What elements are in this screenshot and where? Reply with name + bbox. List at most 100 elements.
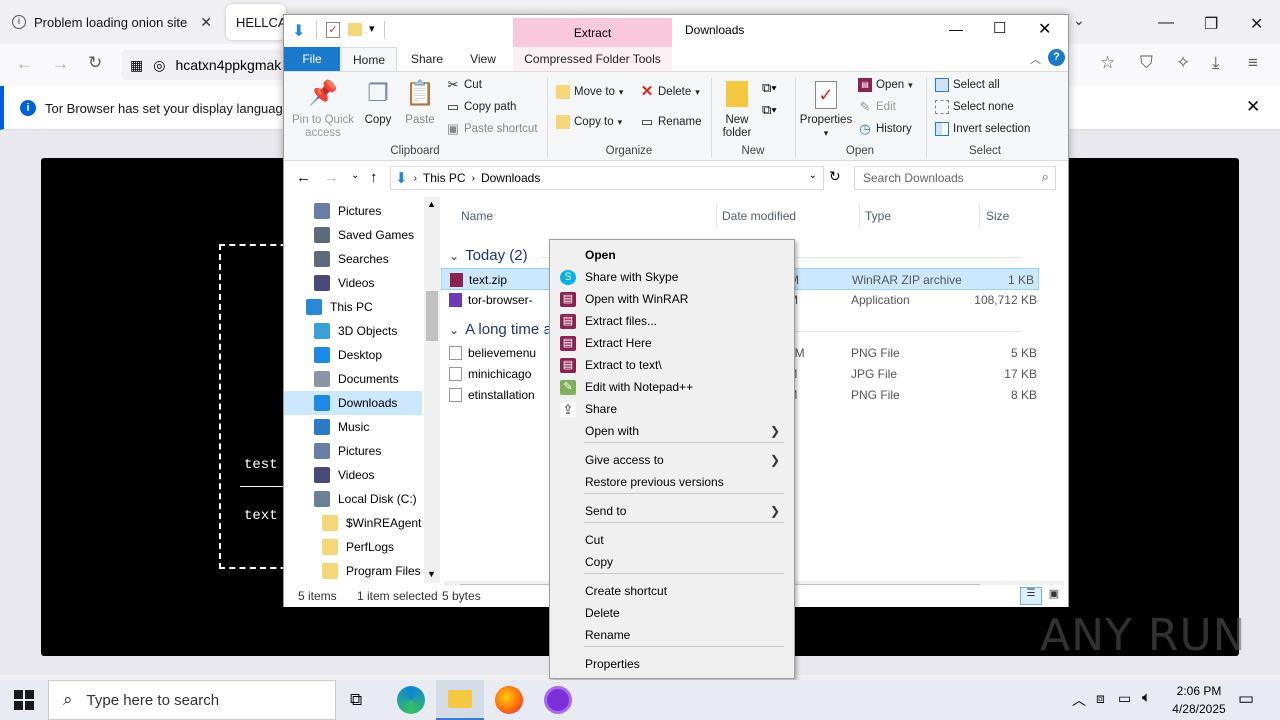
nav-item[interactable]: Music	[314, 415, 436, 439]
close-notification-icon[interactable]: ✕	[1246, 97, 1260, 117]
chevron-down-icon[interactable]: ⌄	[449, 249, 459, 263]
menu-item-delete[interactable]: Delete	[552, 602, 792, 624]
menu-item-create-shortcut[interactable]: Create shortcut	[552, 580, 792, 602]
paste-button[interactable]: 📋 Paste	[400, 78, 440, 127]
column-name[interactable]: Name	[461, 209, 493, 223]
new-folder-quick-icon[interactable]	[348, 23, 362, 36]
rename-button[interactable]: ▭ Rename	[640, 115, 702, 129]
new-folder-button[interactable]: New folder	[714, 78, 760, 140]
refresh-icon[interactable]: ↻	[829, 168, 841, 185]
menu-item-open[interactable]: Open	[552, 244, 792, 266]
explorer-taskbar-button[interactable]	[436, 680, 484, 720]
nav-item[interactable]: 3D Objects	[314, 319, 436, 343]
forward-icon[interactable]: →	[324, 169, 339, 186]
tab-share[interactable]: Share	[400, 47, 454, 71]
column-size[interactable]: Size	[986, 209, 1009, 223]
breadcrumb-downloads[interactable]: Downloads	[481, 171, 540, 185]
easy-access-icon[interactable]: ⧉▾	[762, 102, 777, 118]
nav-item[interactable]: Searches	[314, 247, 436, 271]
menu-item-open-with-winrar[interactable]: ▤ Open with WinRAR	[552, 288, 792, 310]
nav-item[interactable]: Saved Games	[314, 223, 436, 247]
search-input[interactable]: Search Downloads ⌕	[854, 166, 1056, 190]
notifications-icon[interactable]: ▭	[1238, 689, 1254, 709]
tor-circuit-icon[interactable]: ✧	[1176, 53, 1190, 73]
customize-quick-access-icon[interactable]: ▾	[369, 22, 375, 35]
minimize-icon[interactable]: —	[1158, 14, 1174, 32]
menu-icon[interactable]: ≡	[1248, 53, 1258, 73]
history-button[interactable]: ◷ History	[858, 122, 911, 136]
pin-quick-access-button[interactable]: 📌 Pin to Quick access	[290, 78, 356, 140]
menu-item-cut[interactable]: Cut	[552, 529, 792, 551]
close-icon[interactable]: ✕	[1038, 19, 1051, 39]
chevron-down-icon[interactable]: ⌄	[449, 323, 459, 337]
copy-path-button[interactable]: ▭ Copy path	[446, 100, 517, 114]
edit-button[interactable]: ✎ Edit	[858, 100, 896, 114]
menu-item-give-access-to[interactable]: Give access to ❯	[552, 449, 792, 471]
shield-icon[interactable]: ⛉	[1140, 53, 1153, 73]
back-icon[interactable]: ←	[16, 54, 33, 74]
open-button[interactable]: ▤ Open ▾	[858, 78, 913, 92]
scroll-up-icon[interactable]: ▲	[427, 199, 436, 209]
edge-icon[interactable]	[397, 686, 425, 714]
minimize-icon[interactable]: —	[949, 21, 963, 37]
menu-item-extract-files[interactable]: ▤ Extract files...	[552, 310, 792, 332]
tab-list-icon[interactable]: ⌄	[1073, 12, 1085, 29]
copy-button[interactable]: ❐ Copy	[358, 78, 398, 127]
task-view-icon[interactable]: ⧉	[350, 690, 362, 710]
tor-browser-icon[interactable]	[544, 686, 572, 714]
move-to-button[interactable]: Move to ▾	[556, 85, 623, 99]
chevron-down-icon[interactable]: ⌄	[809, 170, 817, 181]
nav-item[interactable]: Videos	[314, 271, 436, 295]
browser-tab-1[interactable]: i Problem loading onion site ✕	[2, 4, 222, 40]
maximize-icon[interactable]: ☐	[993, 19, 1006, 37]
scroll-down-icon[interactable]: ▼	[427, 569, 436, 579]
address-path[interactable]: ⬇ › This PC › Downloads ⌄	[390, 166, 824, 190]
column-divider[interactable]	[979, 203, 980, 227]
nav-item[interactable]: Program Files	[322, 559, 439, 583]
close-tab-icon[interactable]: ✕	[200, 14, 212, 31]
details-view-icon[interactable]: ☰	[1020, 587, 1042, 605]
menu-item-share-with-skype[interactable]: S Share with Skype	[552, 266, 792, 288]
volume-icon[interactable]: 🔈︎	[1142, 689, 1151, 706]
nav-item[interactable]: Local Disk (C:)	[314, 487, 436, 511]
copy-to-button[interactable]: Copy to ▾	[556, 115, 622, 129]
nav-scrollbar[interactable]: ▲ ▼	[424, 197, 440, 583]
column-type[interactable]: Type	[865, 209, 891, 223]
menu-item-extract-here[interactable]: ▤ Extract Here	[552, 332, 792, 354]
nav-item[interactable]: This PC	[306, 295, 428, 319]
close-window-icon[interactable]: ✕	[1250, 14, 1263, 34]
menu-item-edit-with-notepad[interactable]: ✎ Edit with Notepad++	[552, 376, 792, 398]
browser-tab-2[interactable]: HELLCAT	[226, 4, 294, 40]
nav-item[interactable]: Videos	[314, 463, 436, 487]
nav-item[interactable]: Desktop	[314, 343, 436, 367]
column-divider[interactable]	[716, 203, 717, 227]
tab-file[interactable]: File	[284, 47, 340, 71]
menu-item-properties[interactable]: Properties	[552, 653, 792, 675]
cut-button[interactable]: ✂ Cut	[446, 78, 482, 92]
download-icon[interactable]: ⤓	[1212, 53, 1220, 73]
menu-item-send-to[interactable]: Send to ❯	[552, 500, 792, 522]
back-icon[interactable]: ←	[296, 169, 311, 186]
up-icon[interactable]: ↑	[370, 169, 378, 186]
menu-item-open-with[interactable]: Open with ❯	[552, 420, 792, 442]
menu-item-restore-previous-versions[interactable]: Restore previous versions	[552, 471, 792, 493]
tab-compressed-folder-tools[interactable]: Compressed Folder Tools	[513, 47, 672, 71]
recent-locations-icon[interactable]: ⌄	[351, 170, 359, 181]
url-bar[interactable]: ▦ ◎ hcatxn4ppkgmak	[122, 50, 292, 80]
invert-selection-button[interactable]: Invert selection	[935, 122, 1030, 136]
menu-item-copy[interactable]: Copy	[552, 551, 792, 573]
properties-quick-icon[interactable]: ✓	[326, 22, 340, 38]
nav-item[interactable]: PerfLogs	[322, 535, 439, 559]
chevron-up-icon[interactable]: ︿	[1072, 690, 1086, 710]
windows-start-icon[interactable]	[14, 690, 34, 710]
nav-item[interactable]: Downloads	[284, 391, 422, 415]
taskbar-search[interactable]: ⌕ Type here to search	[48, 680, 336, 720]
delete-button[interactable]: ✕ Delete ▾	[640, 84, 700, 99]
group-header[interactable]: ⌄ A long time a	[449, 321, 552, 338]
collapse-ribbon-icon[interactable]: ︿	[1030, 51, 1041, 67]
menu-item-share[interactable]: ⇪ Share	[552, 398, 792, 420]
reload-icon[interactable]: ↻	[88, 53, 102, 73]
puzzle-icon[interactable]: ▦	[130, 57, 143, 74]
menu-item-rename[interactable]: Rename	[552, 624, 792, 646]
nav-item[interactable]: Pictures	[314, 199, 436, 223]
